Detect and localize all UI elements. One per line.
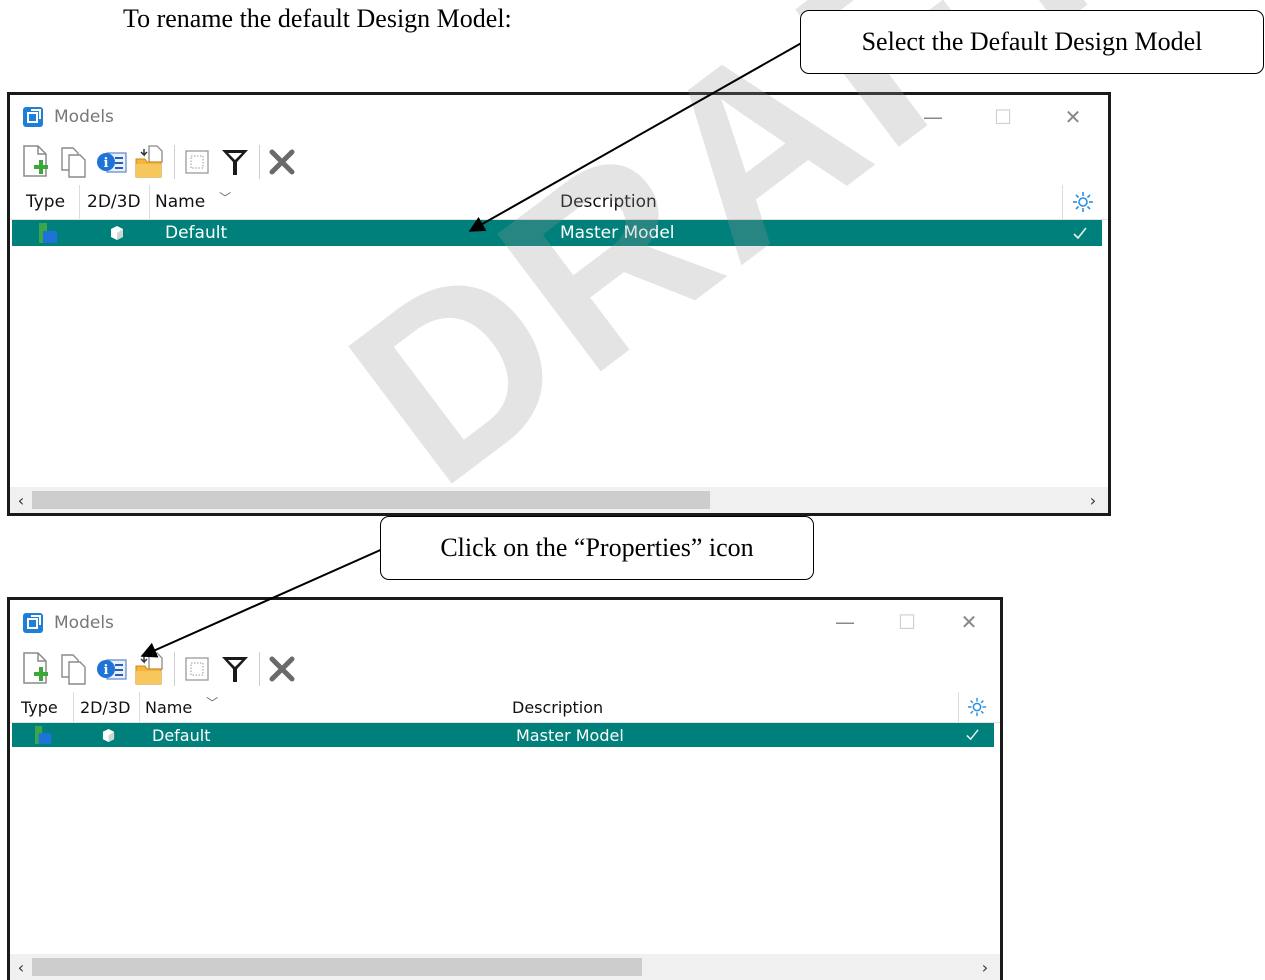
- col-name-label: Name: [155, 192, 206, 212]
- title-bar: Models — ☐ ✕: [10, 600, 1000, 646]
- svg-text:i: i: [104, 156, 109, 171]
- scroll-left-button[interactable]: ‹: [10, 491, 32, 510]
- delete-icon: [269, 149, 295, 175]
- active-check-icon: [966, 729, 979, 741]
- delete-button[interactable]: [264, 649, 300, 689]
- dim-cell: [80, 220, 150, 246]
- type-cell: [12, 723, 74, 747]
- type-cell: [12, 220, 80, 246]
- new-model-button[interactable]: [18, 142, 54, 182]
- display-options-button[interactable]: [1062, 185, 1102, 219]
- display-options-button[interactable]: [958, 692, 994, 722]
- select-all-icon: [185, 150, 209, 174]
- callout-properties: Click on the “Properties” icon: [380, 516, 814, 580]
- filter-icon: [222, 150, 248, 175]
- model-row[interactable]: Default Master Model: [12, 723, 994, 747]
- horizontal-scrollbar[interactable]: ‹ ›: [10, 487, 1108, 513]
- toolbar: i: [10, 646, 1000, 692]
- properties-icon: i: [97, 659, 127, 680]
- toolbar: i: [10, 139, 1108, 185]
- copy-model-button[interactable]: [56, 649, 92, 689]
- model-row[interactable]: Default Master Model: [12, 220, 1102, 246]
- column-header: Type 2D/3D Name ﹀ Description: [10, 692, 1000, 723]
- col-description[interactable]: Description: [560, 185, 1050, 219]
- filter-button[interactable]: [217, 142, 253, 182]
- import-model-icon: [135, 652, 163, 685]
- name-cell: Default: [165, 223, 228, 243]
- new-model-button[interactable]: [18, 649, 54, 689]
- scroll-left-button[interactable]: ‹: [10, 958, 32, 977]
- model-list: Default Master Model: [10, 723, 1000, 948]
- type-icon: [39, 223, 57, 243]
- title-bar: Models — ☐ ✕: [10, 95, 1108, 139]
- model-list: Default Master Model: [10, 220, 1108, 447]
- select-all-icon: [185, 657, 209, 681]
- col-name-label: Name: [145, 697, 193, 717]
- minimize-button[interactable]: —: [814, 600, 876, 644]
- col-type[interactable]: Type: [10, 692, 74, 722]
- sort-arrow-icon: ﹀: [206, 695, 219, 710]
- delete-button[interactable]: [264, 142, 300, 182]
- toolbar-separator: [174, 652, 175, 686]
- delete-icon: [269, 656, 295, 682]
- col-type[interactable]: Type: [10, 185, 80, 219]
- maximize-button[interactable]: ☐: [968, 95, 1038, 139]
- scroll-thumb[interactable]: [32, 491, 710, 509]
- new-model-icon: [23, 652, 48, 684]
- select-all-button[interactable]: [179, 142, 215, 182]
- active-check-icon: [1073, 227, 1087, 240]
- properties-button[interactable]: i: [94, 142, 130, 182]
- sort-arrow-icon: ﹀: [219, 190, 232, 205]
- col-name[interactable]: Name ﹀: [150, 185, 560, 219]
- description-cell: Master Model: [516, 725, 624, 745]
- 3d-model-icon: [111, 226, 123, 240]
- name-cell: Default: [152, 725, 211, 745]
- scroll-right-button[interactable]: ›: [974, 958, 996, 977]
- models-app-icon: [23, 107, 43, 127]
- select-all-button[interactable]: [179, 649, 215, 689]
- filter-button[interactable]: [217, 649, 253, 689]
- description-cell: Master Model: [560, 223, 675, 243]
- minimize-button[interactable]: —: [898, 95, 968, 139]
- close-button[interactable]: ✕: [1038, 95, 1108, 139]
- scroll-thumb[interactable]: [32, 958, 642, 976]
- maximize-button[interactable]: ☐: [876, 600, 938, 644]
- col-2d3d[interactable]: 2D/3D: [74, 692, 140, 722]
- toolbar-separator: [259, 652, 260, 686]
- svg-text:i: i: [104, 663, 109, 678]
- import-model-icon: [135, 145, 163, 178]
- window-title: Models: [54, 613, 114, 633]
- window-title: Models: [54, 107, 114, 127]
- horizontal-scrollbar[interactable]: ‹ ›: [10, 954, 1000, 980]
- type-icon: [35, 726, 52, 744]
- import-model-button[interactable]: [132, 142, 168, 182]
- import-model-button[interactable]: [132, 649, 168, 689]
- display-options-icon: [1072, 192, 1093, 212]
- callout-select-default: Select the Default Design Model: [800, 10, 1264, 74]
- copy-model-icon: [61, 654, 86, 685]
- properties-icon: i: [97, 152, 127, 173]
- toolbar-separator: [259, 145, 260, 179]
- copy-model-button[interactable]: [56, 142, 92, 182]
- col-description[interactable]: Description: [512, 692, 952, 722]
- col-2d3d[interactable]: 2D/3D: [80, 185, 150, 219]
- instruction-text: To rename the default Design Model:: [123, 4, 512, 33]
- col-name[interactable]: Name ﹀: [140, 692, 512, 722]
- close-button[interactable]: ✕: [938, 600, 1000, 644]
- 3d-model-icon: [102, 728, 115, 742]
- filter-icon: [222, 657, 248, 682]
- dim-cell: [74, 723, 140, 747]
- display-options-icon: [967, 697, 986, 717]
- column-header: Type 2D/3D Name ﹀ Description: [10, 185, 1108, 220]
- properties-button[interactable]: i: [94, 649, 130, 689]
- models-window-1: Models — ☐ ✕ i Type 2D/3D Name ﹀ Descrip…: [7, 92, 1111, 516]
- models-app-icon: [23, 613, 43, 633]
- copy-model-icon: [61, 147, 86, 178]
- scroll-right-button[interactable]: ›: [1082, 491, 1104, 510]
- models-window-2: Models — ☐ ✕ i Type 2D/3D Name ﹀ Descrip…: [7, 597, 1003, 980]
- toolbar-separator: [174, 145, 175, 179]
- new-model-icon: [23, 145, 48, 177]
